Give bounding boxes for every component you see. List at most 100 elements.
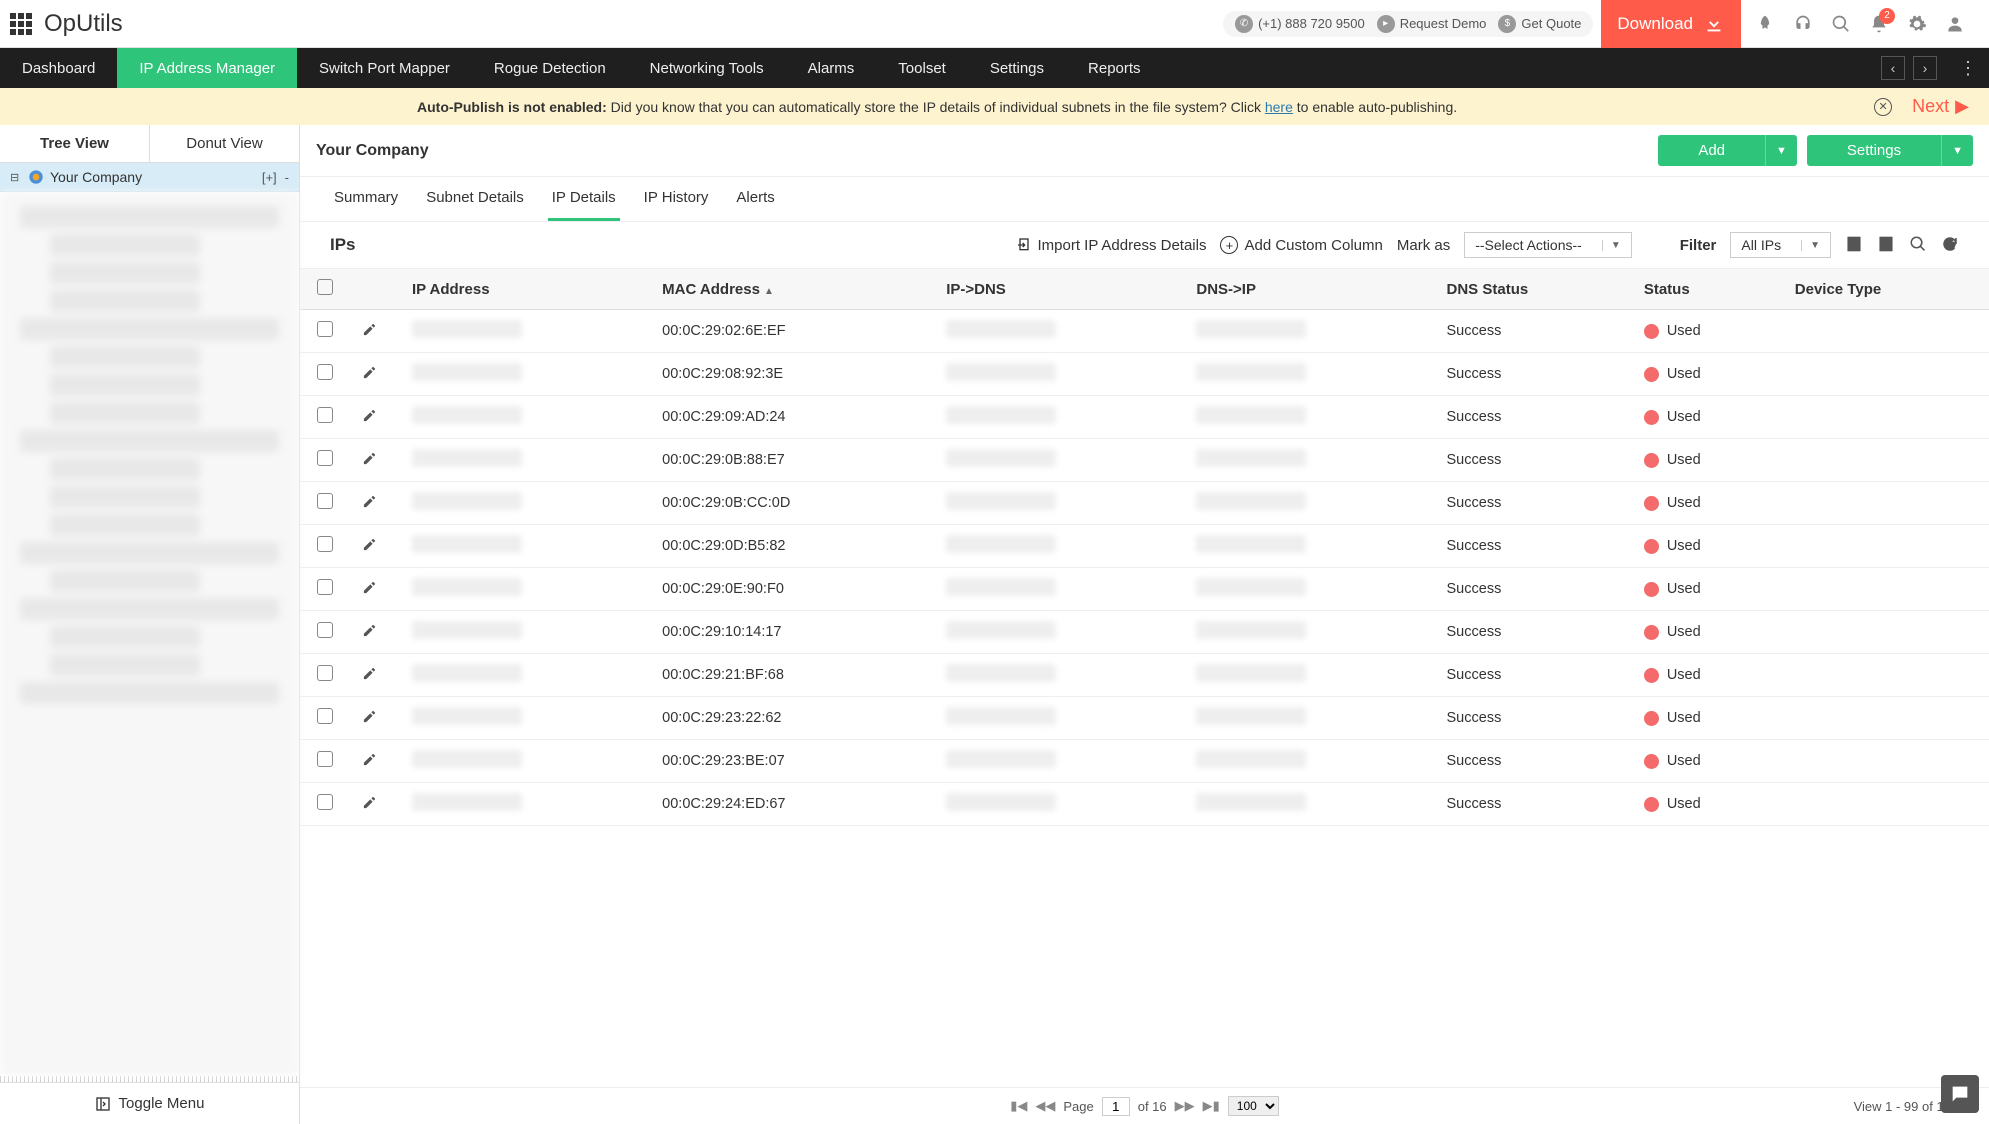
nav-prev-icon[interactable]: ‹: [1881, 56, 1905, 80]
toggle-menu-button[interactable]: Toggle Menu: [0, 1082, 299, 1124]
page-size-select[interactable]: 100: [1228, 1096, 1279, 1116]
edit-icon[interactable]: [362, 795, 377, 810]
nav-item-toolset[interactable]: Toolset: [876, 48, 968, 88]
export-pdf-icon[interactable]: [1877, 235, 1895, 256]
notifications-icon[interactable]: 2: [1869, 14, 1889, 34]
download-button[interactable]: Download: [1601, 0, 1741, 48]
sidebar-tab-donut-view[interactable]: Donut View: [150, 125, 299, 162]
mark-as-select[interactable]: --Select Actions-- ▼: [1464, 232, 1632, 258]
rocket-icon[interactable]: [1755, 14, 1775, 34]
dns-ip-cell: [1196, 750, 1306, 768]
refresh-icon[interactable]: [1941, 235, 1959, 256]
gear-icon[interactable]: [1907, 14, 1927, 34]
column-dns-status[interactable]: DNS Status: [1435, 269, 1632, 310]
tab-summary[interactable]: Summary: [330, 177, 402, 221]
nav-item-switch-port-mapper[interactable]: Switch Port Mapper: [297, 48, 472, 88]
tab-subnet-details[interactable]: Subnet Details: [422, 177, 528, 221]
settings-dropdown-icon[interactable]: ▼: [1941, 135, 1973, 166]
edit-icon[interactable]: [362, 537, 377, 552]
edit-icon[interactable]: [362, 451, 377, 466]
dns-status-cell: Success: [1435, 611, 1632, 654]
page-last-icon[interactable]: ▶▮: [1203, 1098, 1220, 1114]
dns-status-cell: Success: [1435, 396, 1632, 439]
headset-icon[interactable]: [1793, 14, 1813, 34]
export-csv-icon[interactable]: CSV: [1845, 235, 1863, 256]
dns-status-cell: Success: [1435, 525, 1632, 568]
nav-item-alarms[interactable]: Alarms: [786, 48, 877, 88]
column-mac-address[interactable]: MAC Address▲: [650, 269, 934, 310]
add-dropdown-icon[interactable]: ▼: [1765, 135, 1797, 166]
nav-item-settings[interactable]: Settings: [968, 48, 1066, 88]
row-checkbox[interactable]: [317, 536, 333, 552]
column-dns-ip[interactable]: DNS->IP: [1184, 269, 1434, 310]
page-next-icon[interactable]: ▶▶: [1175, 1098, 1195, 1114]
row-checkbox[interactable]: [317, 665, 333, 681]
request-demo-link[interactable]: ▸ Request Demo: [1377, 15, 1487, 33]
row-checkbox[interactable]: [317, 751, 333, 767]
edit-icon[interactable]: [362, 408, 377, 423]
edit-icon[interactable]: [362, 666, 377, 681]
get-quote-link[interactable]: $ Get Quote: [1498, 15, 1581, 33]
toggle-menu-label: Toggle Menu: [119, 1095, 205, 1112]
edit-icon[interactable]: [362, 322, 377, 337]
column-status[interactable]: Status: [1632, 269, 1783, 310]
user-avatar-icon[interactable]: [1945, 14, 1965, 34]
nav-item-rogue-detection[interactable]: Rogue Detection: [472, 48, 628, 88]
nav-next-icon[interactable]: ›: [1913, 56, 1937, 80]
select-all-checkbox[interactable]: [317, 279, 333, 295]
add-column-button[interactable]: + Add Custom Column: [1220, 236, 1382, 254]
search-icon[interactable]: [1831, 14, 1851, 34]
row-checkbox[interactable]: [317, 450, 333, 466]
nav-item-reports[interactable]: Reports: [1066, 48, 1163, 88]
settings-button[interactable]: Settings: [1807, 135, 1941, 166]
mac-cell: 00:0C:29:23:22:62: [650, 697, 934, 740]
dns-ip-cell: [1196, 578, 1306, 596]
nav-item-dashboard[interactable]: Dashboard: [0, 48, 117, 88]
sidebar-tab-tree-view[interactable]: Tree View: [0, 125, 150, 162]
tree-root-node[interactable]: ⊟ Your Company [+] -: [0, 163, 299, 192]
nav-more-icon[interactable]: ⋮: [1947, 58, 1989, 79]
nav-item-ip-address-manager[interactable]: IP Address Manager: [117, 48, 297, 88]
page-prev-icon[interactable]: ◀◀: [1035, 1098, 1055, 1114]
row-checkbox[interactable]: [317, 579, 333, 595]
filter-select[interactable]: All IPs ▼: [1730, 232, 1831, 258]
row-checkbox[interactable]: [317, 794, 333, 810]
tab-alerts[interactable]: Alerts: [732, 177, 778, 221]
row-checkbox[interactable]: [317, 622, 333, 638]
dns-ip-cell: [1196, 363, 1306, 381]
edit-icon[interactable]: [362, 580, 377, 595]
tree-expand-all-button[interactable]: [+]: [262, 170, 277, 185]
device-type-cell: [1783, 396, 1989, 439]
column-ip-dns[interactable]: IP->DNS: [934, 269, 1184, 310]
tree-expand-icon[interactable]: ⊟: [10, 171, 22, 184]
search-table-icon[interactable]: [1909, 235, 1927, 256]
add-button[interactable]: Add: [1658, 135, 1765, 166]
tab-ip-history[interactable]: IP History: [640, 177, 713, 221]
tab-ip-details[interactable]: IP Details: [548, 177, 620, 221]
demo-icon: ▸: [1377, 15, 1395, 33]
page-first-icon[interactable]: ▮◀: [1010, 1098, 1027, 1114]
row-checkbox[interactable]: [317, 321, 333, 337]
edit-icon[interactable]: [362, 494, 377, 509]
info-close-button[interactable]: ✕: [1874, 98, 1892, 116]
status-cell: Used: [1632, 654, 1783, 697]
edit-icon[interactable]: [362, 623, 377, 638]
edit-icon[interactable]: [362, 365, 377, 380]
info-link[interactable]: here: [1265, 99, 1293, 115]
row-checkbox[interactable]: [317, 364, 333, 380]
page-input[interactable]: [1102, 1097, 1130, 1116]
edit-icon[interactable]: [362, 709, 377, 724]
edit-icon[interactable]: [362, 752, 377, 767]
info-next-button[interactable]: Next ▶: [1912, 96, 1969, 117]
phone-contact[interactable]: ✆ (+1) 888 720 9500: [1235, 15, 1365, 33]
row-checkbox[interactable]: [317, 407, 333, 423]
chat-button[interactable]: [1941, 1075, 1979, 1113]
column-ip-address[interactable]: IP Address: [400, 269, 650, 310]
row-checkbox[interactable]: [317, 708, 333, 724]
row-checkbox[interactable]: [317, 493, 333, 509]
tree-collapse-button[interactable]: -: [285, 170, 289, 185]
nav-item-networking-tools[interactable]: Networking Tools: [628, 48, 786, 88]
import-button[interactable]: Import IP Address Details: [1016, 237, 1207, 254]
column-device-type[interactable]: Device Type: [1783, 269, 1989, 310]
app-grid-icon[interactable]: [10, 13, 32, 35]
